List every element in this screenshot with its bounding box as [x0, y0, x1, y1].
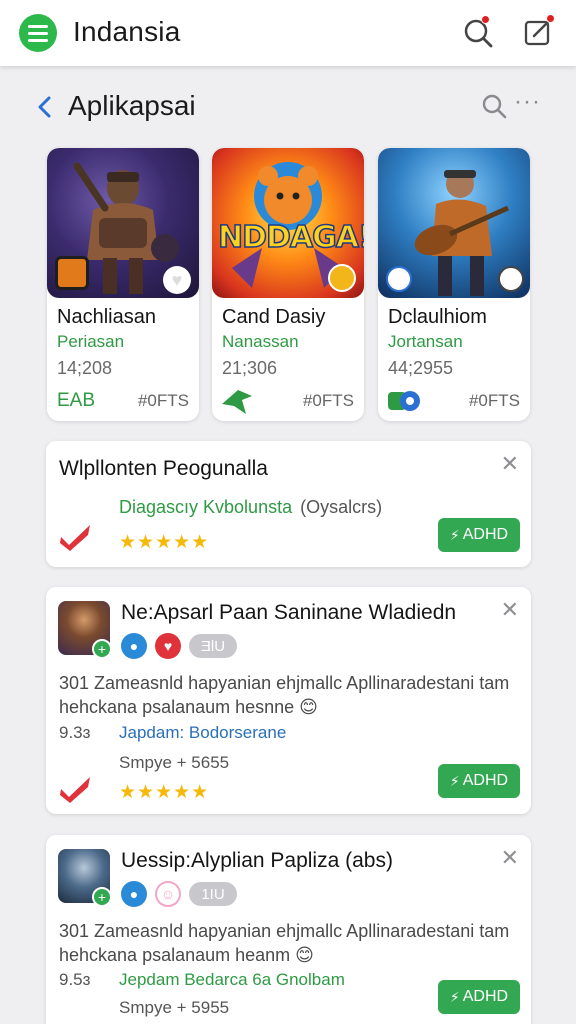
- chip-row: ● ♥ ƎlU: [121, 633, 237, 659]
- app-logo-badge-icon: [386, 266, 412, 292]
- app-count: 14;208: [57, 358, 113, 378]
- app-price: #0FTS: [137, 391, 189, 410]
- chip-pill: ƎlU: [189, 634, 237, 658]
- app-count: 21;306: [222, 358, 278, 378]
- app-card-image: NDDAGA!: [212, 148, 364, 298]
- section-header: Aplikapsai ···: [0, 84, 576, 130]
- app-list-title: Ne:Apsarl Paan Saninane Wladiedn: [121, 601, 457, 624]
- plus-icon[interactable]: +: [92, 887, 112, 907]
- bolt-icon: ⚡: [449, 772, 460, 789]
- section-search-icon[interactable]: [481, 93, 509, 121]
- heart-shield-icon: ♥: [155, 633, 181, 659]
- app-link[interactable]: Japdam: Bodorserane: [119, 723, 286, 743]
- promo-subtitle-text: Diagascıy Kvbolunsta: [119, 497, 293, 517]
- edit-icon[interactable]: [522, 14, 556, 50]
- app-name: Nachliasan: [57, 306, 156, 328]
- app-card[interactable]: Dclaulhiom Jortansan 44;2955 #0FTS: [378, 148, 530, 421]
- chevron-left-icon[interactable]: [34, 92, 56, 122]
- add-button[interactable]: ⚡ ADHD: [438, 518, 520, 552]
- app-developer: Periasan: [57, 332, 125, 351]
- heart-icon[interactable]: ♥: [163, 266, 191, 294]
- app-version: 9.5ɜ: [59, 970, 91, 989]
- promo-subtitle: Diagascıy Kvbolunsta (Oysalcrs): [119, 497, 382, 518]
- close-icon[interactable]: ✕: [501, 453, 519, 475]
- add-button-label: ADHD: [462, 988, 509, 1005]
- add-button-label: ADHD: [462, 772, 509, 789]
- rating-stars: ★★★★★: [119, 782, 210, 803]
- app-bar: Indansia: [0, 0, 576, 66]
- section-title: Aplikapsai: [68, 90, 196, 121]
- bolt-icon: ⚡: [449, 988, 460, 1005]
- notification-dot-icon: [481, 15, 490, 24]
- close-icon[interactable]: ✕: [501, 847, 519, 869]
- store-badges-icon: [386, 386, 420, 416]
- app-card-image: ♥: [47, 148, 199, 298]
- chat-bubble-icon: ●: [121, 881, 147, 907]
- app-list-title: Uessip:Alyplian Papliza (abs): [121, 849, 393, 872]
- app-card-image: [378, 148, 530, 298]
- app-developer: Jortansan: [388, 332, 463, 351]
- search-icon[interactable]: [462, 15, 496, 50]
- app-list-item[interactable]: + Ne:Apsarl Paan Saninane Wladiedn ✕ ● ♥…: [46, 587, 531, 814]
- app-logo-badge-icon: [328, 264, 356, 292]
- rating-stars: ★★★★★: [119, 532, 210, 553]
- red-check-icon: [58, 521, 94, 551]
- promo-title: Wlpllonten Peogunalla: [59, 457, 268, 480]
- app-price: #0FTS: [468, 391, 520, 410]
- notification-dot-icon: [546, 14, 555, 23]
- app-card[interactable]: ♥ Nachliasan Periasan 14;208 EAB #0FTS: [47, 148, 199, 421]
- app-name: Dclaulhiom: [388, 306, 487, 328]
- menu-logo-icon[interactable]: [19, 14, 57, 52]
- promo-subtitle-extra: (Oysalcrs): [300, 497, 383, 517]
- app-meta: Smpye + 5955: [119, 998, 230, 1017]
- promo-panel: Wlpllonten Peogunalla ✕ Diagascıy Kvbolu…: [46, 441, 531, 567]
- app-logo-badge-icon: [55, 256, 89, 290]
- app-list-item[interactable]: + Uessip:Alyplian Papliza (abs) ✕ ● ☺ 1I…: [46, 835, 531, 1024]
- app-description: 301 Zameasnld hapyanian ehjmallc Apllina…: [59, 673, 510, 717]
- app-developer: Nanassan: [222, 332, 299, 351]
- game-banner-text: NDDAGA!: [217, 219, 364, 256]
- app-meta: Smpye + 5655: [119, 753, 230, 772]
- chat-bubble-icon: ●: [121, 633, 147, 659]
- circle-badge-icon: [498, 266, 524, 292]
- add-button[interactable]: ⚡ ADHD: [438, 764, 520, 798]
- app-name: Cand Dasiy: [222, 306, 326, 328]
- app-count: 44;2955: [388, 358, 454, 378]
- app-badge: EAB: [57, 390, 96, 411]
- chip-row: ● ☺ 1IU: [121, 881, 237, 907]
- close-icon[interactable]: ✕: [501, 599, 519, 621]
- app-card[interactable]: NDDAGA! Cand Dasiy Nanassan 21;306 #0FTS: [212, 148, 364, 421]
- app-price: #0FTS: [302, 391, 354, 410]
- app-description: 301 Zameasnld hapyanian ehjmallc Apllina…: [59, 921, 510, 965]
- app-version: 9.3ɜ: [59, 723, 91, 742]
- red-check-icon: [58, 773, 94, 803]
- bolt-icon: ⚡: [449, 526, 460, 543]
- more-options-icon[interactable]: ···: [514, 88, 541, 116]
- add-button[interactable]: ⚡ ADHD: [438, 980, 520, 1014]
- face-icon: ☺: [155, 881, 181, 907]
- add-button-label: ADHD: [462, 526, 509, 543]
- app-link[interactable]: Jepdam Bedarca 6a Gnolbam: [119, 970, 345, 990]
- plus-icon[interactable]: +: [92, 639, 112, 659]
- app-title: Indansia: [73, 16, 181, 47]
- chip-pill: 1IU: [189, 882, 237, 906]
- green-arrow-icon: [220, 386, 254, 416]
